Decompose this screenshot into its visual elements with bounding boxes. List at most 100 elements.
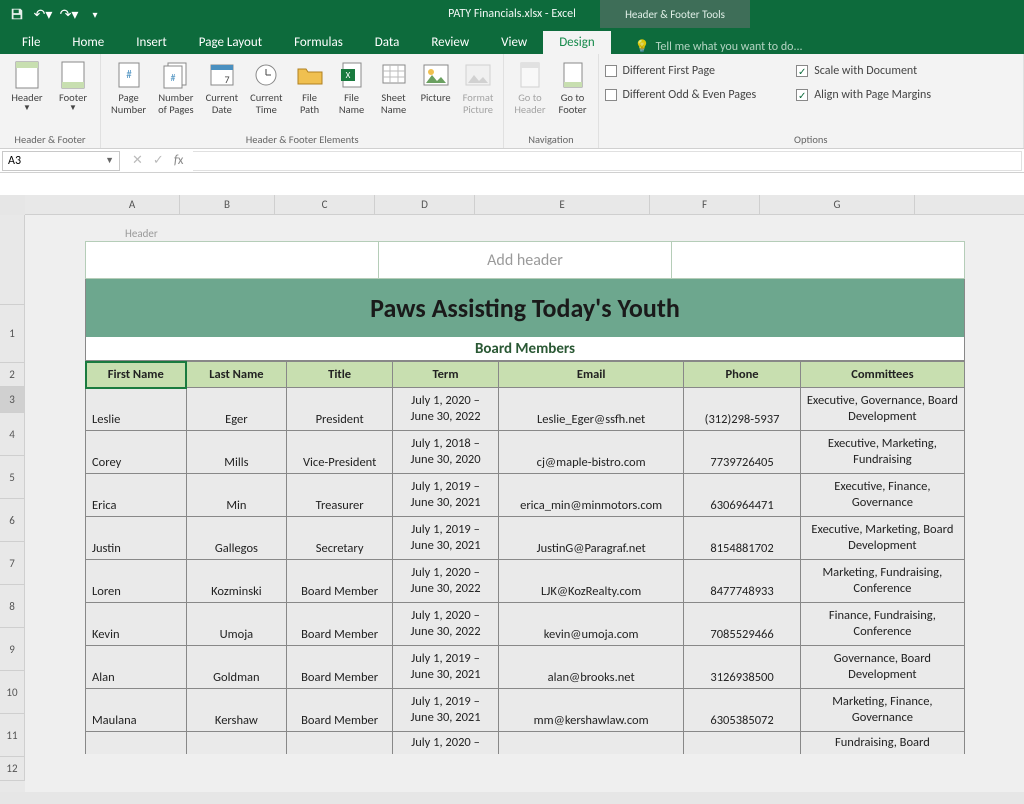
current-date-button[interactable]: 7Current Date — [202, 58, 242, 118]
table-cell[interactable]: July 1, 2020 – June 30, 2022 — [393, 388, 499, 431]
tab-file[interactable]: File — [6, 31, 56, 54]
table-cell[interactable] — [186, 732, 287, 755]
table-cell[interactable]: Corey — [86, 431, 187, 474]
table-cell[interactable]: July 1, 2020 – June 30, 2022 — [393, 560, 499, 603]
th-email[interactable]: Email — [498, 362, 683, 388]
table-cell[interactable]: July 1, 2019 – June 30, 2021 — [393, 689, 499, 732]
table-cell[interactable]: July 1, 2019 – June 30, 2021 — [393, 474, 499, 517]
row-7[interactable]: 7 — [0, 542, 25, 585]
row-9[interactable]: 9 — [0, 628, 25, 671]
table-cell[interactable]: July 1, 2020 – June 30, 2022 — [393, 603, 499, 646]
table-cell[interactable]: cj@maple-bistro.com — [498, 431, 683, 474]
row-8[interactable]: 8 — [0, 585, 25, 628]
table-cell[interactable]: Kershaw — [186, 689, 287, 732]
row-2[interactable]: 2 — [0, 363, 25, 387]
table-cell[interactable]: Marketing, Finance, Governance — [800, 689, 964, 732]
chevron-down-icon[interactable]: ▼ — [105, 155, 114, 166]
save-icon[interactable] — [6, 3, 28, 25]
enter-icon[interactable]: ✓ — [153, 153, 164, 168]
table-cell[interactable]: Executive, Marketing, Board Development — [800, 517, 964, 560]
table-cell[interactable]: Secretary — [287, 517, 393, 560]
table-cell[interactable]: Board Member — [287, 560, 393, 603]
table-cell[interactable]: LJK@KozRealty.com — [498, 560, 683, 603]
table-cell[interactable]: Governance, Board Development — [800, 646, 964, 689]
table-cell[interactable]: Executive, Finance, Governance — [800, 474, 964, 517]
goto-footer-button[interactable]: Go to Footer — [554, 58, 592, 118]
header-edit-boxes[interactable]: Add header — [85, 241, 965, 279]
table-cell[interactable]: alan@brooks.net — [498, 646, 683, 689]
table-cell[interactable]: 7085529466 — [684, 603, 800, 646]
th-term[interactable]: Term — [393, 362, 499, 388]
col-A[interactable]: A — [85, 195, 180, 214]
table-cell[interactable]: Vice-President — [287, 431, 393, 474]
tab-home[interactable]: Home — [56, 31, 120, 54]
th-committees[interactable]: Committees — [800, 362, 964, 388]
undo-icon[interactable]: ↶▾ — [32, 3, 54, 25]
col-E[interactable]: E — [475, 195, 650, 214]
table-cell[interactable] — [498, 732, 683, 755]
table-cell[interactable] — [86, 732, 187, 755]
col-F[interactable]: F — [650, 195, 760, 214]
sheet-name-button[interactable]: Sheet Name — [375, 58, 413, 118]
table-cell[interactable]: mm@kershawlaw.com — [498, 689, 683, 732]
fx-icon[interactable]: fx — [174, 153, 184, 168]
table-cell[interactable]: JustinG@Paragraf.net — [498, 517, 683, 560]
chk-align-page-margins[interactable]: ✓Align with Page Margins — [796, 88, 931, 102]
table-cell[interactable]: Kevin — [86, 603, 187, 646]
file-name-button[interactable]: XFile Name — [333, 58, 371, 118]
format-picture-button[interactable]: Format Picture — [459, 58, 498, 118]
header-right[interactable] — [672, 242, 964, 278]
table-cell[interactable]: Board Member — [287, 646, 393, 689]
tab-design[interactable]: Design — [543, 31, 610, 54]
table-cell[interactable]: Justin — [86, 517, 187, 560]
table-cell[interactable]: July 1, 2020 – — [393, 732, 499, 755]
col-G[interactable]: G — [760, 195, 915, 214]
table-cell[interactable]: Board Member — [287, 603, 393, 646]
table-cell[interactable]: 7739726405 — [684, 431, 800, 474]
table-cell[interactable]: Goldman — [186, 646, 287, 689]
table-cell[interactable]: (312)298-5937 — [684, 388, 800, 431]
tab-review[interactable]: Review — [415, 31, 485, 54]
row-10[interactable]: 10 — [0, 671, 25, 714]
table-cell[interactable]: Treasurer — [287, 474, 393, 517]
table-cell[interactable] — [287, 732, 393, 755]
table-cell[interactable]: Maulana — [86, 689, 187, 732]
table-cell[interactable]: Executive, Governance, Board Development — [800, 388, 964, 431]
tab-insert[interactable]: Insert — [120, 31, 183, 54]
table-cell[interactable]: Gallegos — [186, 517, 287, 560]
table-cell[interactable]: Board Member — [287, 689, 393, 732]
table-cell[interactable]: 8154881702 — [684, 517, 800, 560]
table-cell[interactable]: Mills — [186, 431, 287, 474]
table-cell[interactable]: Fundraising, Board — [800, 732, 964, 755]
row-6[interactable]: 6 — [0, 499, 25, 542]
picture-button[interactable]: Picture — [417, 58, 455, 118]
table-cell[interactable]: Min — [186, 474, 287, 517]
table-cell[interactable]: Executive, Marketing, Fundraising — [800, 431, 964, 474]
table-cell[interactable]: Leslie — [86, 388, 187, 431]
table-cell[interactable]: 6306964471 — [684, 474, 800, 517]
chk-different-odd-even[interactable]: Different Odd & Even Pages — [605, 88, 757, 102]
col-D[interactable]: D — [375, 195, 475, 214]
tab-data[interactable]: Data — [359, 31, 416, 54]
table-cell[interactable]: 3126938500 — [684, 646, 800, 689]
table-cell[interactable]: Umoja — [186, 603, 287, 646]
th-phone[interactable]: Phone — [684, 362, 800, 388]
title-banner[interactable]: Paws Assisting Today's Youth — [85, 279, 965, 337]
table-cell[interactable]: Eger — [186, 388, 287, 431]
header-button[interactable]: Header▼ — [6, 58, 48, 115]
col-C[interactable]: C — [275, 195, 375, 214]
page-number-button[interactable]: #Page Number — [107, 58, 150, 118]
redo-icon[interactable]: ↷▾ — [58, 3, 80, 25]
th-last-name[interactable]: Last Name — [186, 362, 287, 388]
table-cell[interactable] — [684, 732, 800, 755]
row-12[interactable]: 12 — [0, 757, 25, 781]
row-1[interactable]: 1 — [0, 305, 25, 363]
table-cell[interactable]: kevin@umoja.com — [498, 603, 683, 646]
tab-view[interactable]: View — [485, 31, 543, 54]
table-cell[interactable]: Loren — [86, 560, 187, 603]
header-left[interactable] — [86, 242, 379, 278]
th-title[interactable]: Title — [287, 362, 393, 388]
name-box[interactable]: A3▼ — [2, 151, 120, 171]
row-4[interactable]: 4 — [0, 413, 25, 456]
row-3[interactable]: 3 — [0, 387, 25, 413]
